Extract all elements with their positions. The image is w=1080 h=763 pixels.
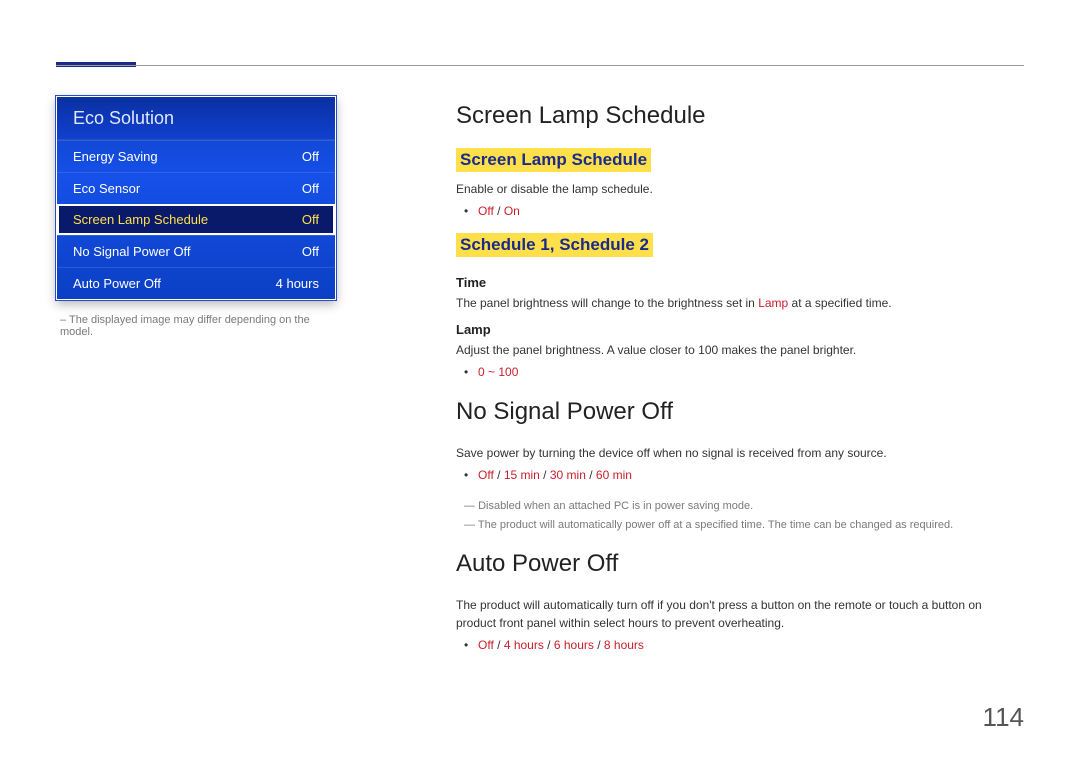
image-disclaimer: The displayed image may differ depending… <box>56 314 336 338</box>
apo-options: Off / 4 hours / 6 hours / 8 hours <box>478 636 1024 655</box>
panel-row-value: Off <box>302 212 319 227</box>
panel-row-label: Auto Power Off <box>73 276 161 291</box>
panel-title: Eco Solution <box>57 97 335 140</box>
panel-row[interactable]: No Signal Power Off Off <box>57 235 335 267</box>
nspo-note-2: The product will automatically power off… <box>464 517 1024 534</box>
heading-screen-lamp-schedule: Screen Lamp Schedule <box>456 102 1024 130</box>
lamp-desc: Adjust the panel brightness. A value clo… <box>456 341 1024 359</box>
sls-desc: Enable or disable the lamp schedule. <box>456 180 1024 198</box>
header-rule <box>56 65 1024 66</box>
subheading-screen-lamp-schedule: Screen Lamp Schedule <box>456 148 651 172</box>
panel-row-label: Screen Lamp Schedule <box>73 212 208 227</box>
nspo-desc: Save power by turning the device off whe… <box>456 444 1024 462</box>
heading-no-signal-power-off: No Signal Power Off <box>456 398 1024 426</box>
panel-row[interactable]: Energy Saving Off <box>57 140 335 172</box>
subheading-schedule-1-2: Schedule 1, Schedule 2 <box>456 233 653 257</box>
lamp-range: 0 ~ 100 <box>478 363 1024 382</box>
eco-solution-panel: Eco Solution Energy Saving Off Eco Sensor O… <box>56 96 336 300</box>
page-number: 114 <box>983 702 1024 733</box>
panel-row-label: No Signal Power Off <box>73 244 191 259</box>
panel-row-value: Off <box>302 149 319 164</box>
panel-row[interactable]: Auto Power Off 4 hours <box>57 267 335 299</box>
content-column: Screen Lamp Schedule Screen Lamp Schedul… <box>456 96 1024 667</box>
panel-row-value: Off <box>302 244 319 259</box>
panel-row-value: 4 hours <box>276 276 319 291</box>
nspo-options: Off / 15 min / 30 min / 60 min <box>478 466 1024 485</box>
panel-row-label: Eco Sensor <box>73 181 140 196</box>
lamp-label: Lamp <box>456 322 1024 337</box>
time-label: Time <box>456 275 1024 290</box>
time-desc: The panel brightness will change to the … <box>456 294 1024 312</box>
panel-row-value: Off <box>302 181 319 196</box>
heading-auto-power-off: Auto Power Off <box>456 550 1024 578</box>
nspo-note-1: Disabled when an attached PC is in power… <box>464 498 1024 515</box>
panel-row[interactable]: Eco Sensor Off <box>57 172 335 204</box>
apo-desc: The product will automatically turn off … <box>456 596 1024 632</box>
sls-options: Off / On <box>478 202 1024 221</box>
panel-row[interactable]: Screen Lamp Schedule Off <box>57 204 335 235</box>
panel-row-label: Energy Saving <box>73 149 158 164</box>
